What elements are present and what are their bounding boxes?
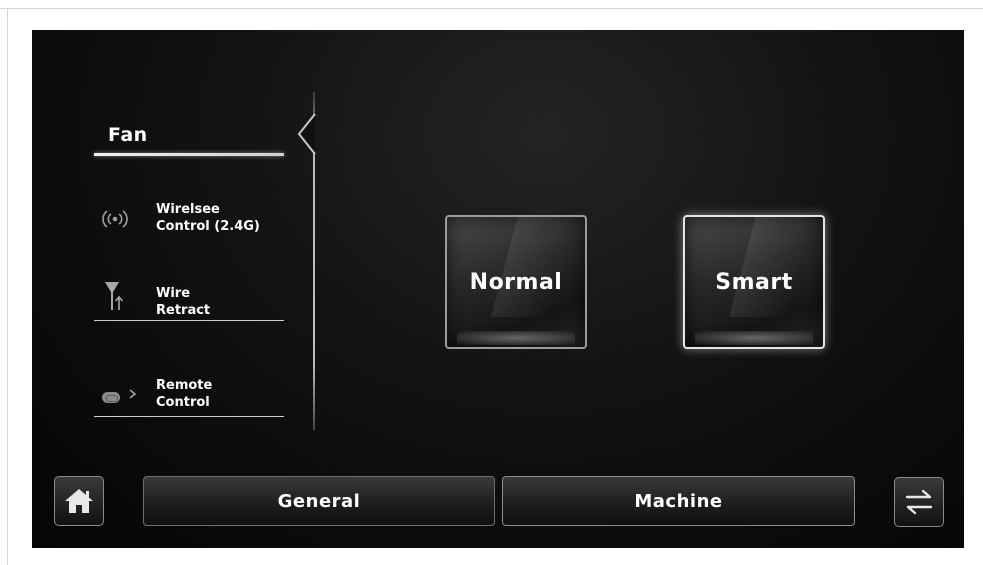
- swap-arrows-icon: [905, 489, 933, 515]
- tab-general-label: General: [277, 490, 361, 512]
- selection-pointer: [297, 114, 316, 154]
- sidebar-item-fan[interactable]: Fan: [94, 122, 284, 160]
- tab-machine-label: Machine: [634, 490, 723, 512]
- wire-retract-icon: [102, 280, 126, 316]
- sidebar-item-label-line2: Control: [156, 395, 210, 410]
- smart-mode-button[interactable]: Smart: [683, 215, 825, 349]
- sidebar-item-wire-retract[interactable]: Wire Retract: [94, 278, 284, 322]
- sidebar-item-label-line2: Control (2.4G): [156, 219, 260, 234]
- sidebar-item-label-line1: Wire: [156, 286, 191, 301]
- frame-border-top: [0, 8, 983, 9]
- sidebar-item-label: Fan: [108, 124, 148, 146]
- frame-border-left: [7, 8, 8, 565]
- home-icon: [65, 489, 93, 513]
- sidebar-item-wireless-control[interactable]: Wirelsee Control (2.4G): [94, 198, 284, 258]
- sidebar-item-label-line2: Retract: [156, 303, 211, 318]
- sidebar-item-label-line1: Wirelsee: [156, 202, 220, 217]
- normal-mode-button[interactable]: Normal: [445, 215, 587, 349]
- normal-mode-label: Normal: [469, 269, 563, 295]
- tab-general[interactable]: General: [143, 476, 495, 526]
- selected-underline: [94, 153, 284, 156]
- wireless-signal-icon: [102, 210, 128, 232]
- smart-mode-label: Smart: [715, 269, 793, 295]
- item-underline: [94, 320, 284, 321]
- item-underline: [94, 416, 284, 417]
- sidebar-item-remote-control[interactable]: Remote Control: [94, 376, 284, 418]
- swap-button[interactable]: [894, 477, 944, 527]
- home-button[interactable]: [54, 476, 104, 526]
- sidebar-item-label-line1: Remote: [156, 378, 213, 393]
- remote-control-icon: [102, 388, 138, 407]
- tab-machine[interactable]: Machine: [502, 476, 855, 526]
- device-screen: Fan Wirelsee Control (2.4G) Wire Retract…: [32, 30, 964, 548]
